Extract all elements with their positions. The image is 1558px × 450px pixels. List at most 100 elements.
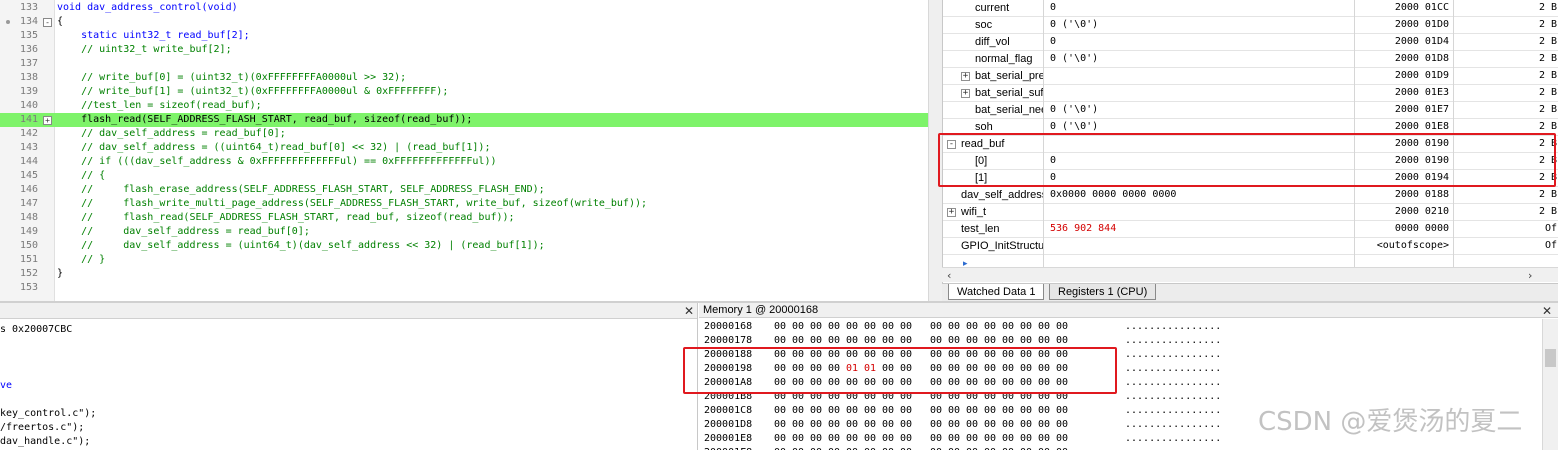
expand-icon[interactable]: + (961, 72, 970, 81)
watch-row[interactable]: soc 0 ('\0') 2000 01D0 2 B (943, 17, 1558, 34)
watch-value[interactable]: 0 ('\0') (1045, 51, 1355, 68)
watch-row[interactable]: current 0 2000 01CC 2 B (943, 0, 1558, 17)
memory-byte[interactable]: 00 (1002, 404, 1014, 418)
watch-value[interactable] (1045, 204, 1355, 221)
memory-byte[interactable]: 00 (774, 404, 786, 418)
memory-byte[interactable]: 00 (966, 404, 978, 418)
watch-value[interactable] (1045, 68, 1355, 85)
memory-byte[interactable]: 00 (846, 432, 858, 446)
memory-byte[interactable]: 00 (984, 418, 996, 432)
code-line[interactable]: 138 // write_buf[0] = (uint32_t)(0xFFFFF… (0, 71, 928, 85)
output-close-icon[interactable]: ✕ (684, 303, 694, 319)
code-line[interactable]: 153 (0, 281, 928, 295)
memory-byte[interactable]: 00 (1056, 446, 1068, 450)
memory-byte[interactable]: 00 (984, 446, 996, 450)
scroll-right-arrow-icon[interactable]: › (1528, 268, 1532, 283)
memory-byte[interactable]: 00 (966, 418, 978, 432)
memory-byte[interactable]: 00 (1038, 432, 1050, 446)
code-line[interactable]: 149 // dav_self_address = read_buf[0]; (0, 225, 928, 239)
watch-row[interactable]: diff_vol 0 2000 01D4 2 B (943, 34, 1558, 51)
code-line[interactable]: 148 // flash_read(SELF_ADDRESS_FLASH_STA… (0, 211, 928, 225)
memory-byte[interactable]: 00 (930, 446, 942, 450)
expand-icon[interactable]: + (961, 89, 970, 98)
memory-byte[interactable]: 00 (966, 432, 978, 446)
code-line[interactable]: 139 // write_buf[1] = (uint32_t)(0xFFFFF… (0, 85, 928, 99)
memory-byte[interactable]: 00 (900, 320, 912, 334)
memory-byte[interactable]: 00 (810, 446, 822, 450)
code-line[interactable]: 140 //test_len = sizeof(read_buf); (0, 99, 928, 113)
memory-byte[interactable]: 00 (900, 432, 912, 446)
memory-byte[interactable]: 00 (846, 404, 858, 418)
memory-byte[interactable]: 00 (1038, 404, 1050, 418)
code-line[interactable]: 152} (0, 267, 928, 281)
memory-byte[interactable]: 00 (900, 446, 912, 450)
memory-byte[interactable]: 00 (948, 404, 960, 418)
memory-byte[interactable]: 00 (1002, 446, 1014, 450)
code-line[interactable]: 142 // dav_self_address = read_buf[0]; (0, 127, 928, 141)
watch-row[interactable]: + bat_serial_suf 2000 01E3 2 B (943, 85, 1558, 102)
memory-byte[interactable]: 00 (810, 334, 822, 348)
memory-byte[interactable]: 00 (1056, 432, 1068, 446)
memory-byte[interactable]: 00 (948, 446, 960, 450)
tab-watched-data-1[interactable]: Watched Data 1 (948, 284, 1045, 300)
memory-byte[interactable]: 00 (882, 404, 894, 418)
memory-row[interactable]: 200001F8 00 00 00 00 00 00 00 00 00 00 00 00 00 00 00 00… (704, 446, 1539, 450)
memory-byte[interactable]: 00 (948, 334, 960, 348)
memory-byte[interactable]: 00 (930, 418, 942, 432)
tab-registers-1-cpu[interactable]: Registers 1 (CPU) (1049, 284, 1157, 300)
memory-byte[interactable]: 00 (810, 320, 822, 334)
expand-icon[interactable]: + (947, 208, 956, 217)
memory-byte[interactable]: 00 (864, 320, 876, 334)
memory-byte[interactable]: 00 (984, 320, 996, 334)
memory-byte[interactable]: 00 (1002, 320, 1014, 334)
memory-byte[interactable]: 00 (930, 334, 942, 348)
memory-byte[interactable]: 00 (1056, 320, 1068, 334)
memory-byte[interactable]: 00 (846, 418, 858, 432)
watch-value[interactable]: 0 ('\0') (1045, 17, 1355, 34)
memory-byte[interactable]: 00 (1038, 418, 1050, 432)
watch-value[interactable]: 0x0000 0000 0000 0000 (1045, 187, 1355, 204)
memory-close-icon[interactable]: ✕ (1542, 303, 1552, 319)
memory-byte[interactable]: 00 (1020, 446, 1032, 450)
code-line[interactable]: 150 // dav_self_address = (uint64_t)(dav… (0, 239, 928, 253)
memory-byte[interactable]: 00 (1020, 432, 1032, 446)
memory-byte[interactable]: 00 (882, 418, 894, 432)
code-line[interactable]: 143 // dav_self_address = ((uint64_t)rea… (0, 141, 928, 155)
memory-byte[interactable]: 00 (774, 320, 786, 334)
watch-row[interactable]: + wifi_t 2000 0210 2 B (943, 204, 1558, 221)
memory-byte[interactable]: 00 (900, 334, 912, 348)
watch-row[interactable]: normal_flag 0 ('\0') 2000 01D8 2 B (943, 51, 1558, 68)
memory-byte[interactable]: 00 (864, 334, 876, 348)
watch-value[interactable]: 0 (1045, 34, 1355, 51)
memory-byte[interactable]: 00 (864, 432, 876, 446)
code-line[interactable]: 151 // } (0, 253, 928, 267)
code-line[interactable]: 137 (0, 57, 928, 71)
watch-value[interactable] (1045, 238, 1355, 255)
collapse-icon[interactable]: - (43, 18, 52, 27)
memory-byte[interactable]: 00 (864, 404, 876, 418)
code-line[interactable]: 146 // flash_erase_address(SELF_ADDRESS_… (0, 183, 928, 197)
memory-byte[interactable]: 00 (1020, 404, 1032, 418)
memory-byte[interactable]: 00 (792, 418, 804, 432)
memory-byte[interactable]: 00 (810, 432, 822, 446)
memory-byte[interactable]: 00 (828, 446, 840, 450)
memory-byte[interactable]: 00 (792, 320, 804, 334)
memory-byte[interactable]: 00 (774, 418, 786, 432)
memory-byte[interactable]: 00 (792, 432, 804, 446)
memory-byte[interactable]: 00 (810, 418, 822, 432)
watch-row[interactable]: test_len 536 902 844 0000 0000 Of (943, 221, 1558, 238)
memory-byte[interactable]: 00 (828, 418, 840, 432)
memory-byte[interactable]: 00 (1002, 418, 1014, 432)
watch-value[interactable] (1045, 85, 1355, 102)
code-line[interactable]: 136 // uint32_t write_buf[2]; (0, 43, 928, 57)
watch-value[interactable]: 536 902 844 (1045, 221, 1355, 238)
memory-byte[interactable]: 00 (1056, 334, 1068, 348)
memory-byte[interactable]: 00 (984, 334, 996, 348)
memory-byte[interactable]: 00 (966, 334, 978, 348)
memory-byte[interactable]: 00 (1020, 320, 1032, 334)
memory-byte[interactable]: 00 (864, 418, 876, 432)
watch-value[interactable]: 0 (1045, 0, 1355, 17)
memory-byte[interactable]: 00 (1038, 446, 1050, 450)
memory-byte[interactable]: 00 (930, 404, 942, 418)
memory-byte[interactable]: 00 (1038, 320, 1050, 334)
